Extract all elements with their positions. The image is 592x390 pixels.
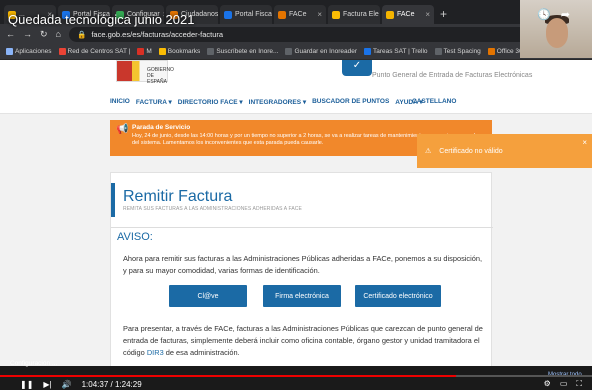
government-logo[interactable]: GOBIERNO DE ESPAÑA <box>116 60 174 85</box>
firma-electronica-button[interactable]: Firma electrónica <box>263 285 341 307</box>
url-text: face.gob.es/es/facturas/acceder-factura <box>91 29 224 39</box>
bookmark-label: M <box>146 48 152 55</box>
bookmark-icon <box>207 48 215 55</box>
address-bar-row: ← → ↻ ⌂ 🔒 face.gob.es/es/facturas/accede… <box>0 24 592 44</box>
close-icon[interactable]: × <box>582 138 587 147</box>
alert-title: Parada de Servicio <box>132 124 191 131</box>
next-icon[interactable]: ▶| <box>43 380 51 389</box>
browser-tab[interactable]: FACe × <box>382 5 434 24</box>
nav-item[interactable]: INICIO <box>110 98 130 105</box>
face-logo[interactable]: ✓ <box>342 60 372 76</box>
bookmark-icon <box>363 48 371 55</box>
bookmark-icon <box>6 48 13 55</box>
bookmark-icon <box>285 48 293 55</box>
bookmark-item[interactable]: Red de Centros SAT | <box>58 48 131 55</box>
close-tab-icon[interactable]: × <box>317 10 322 19</box>
settings-icon[interactable]: ⚙ <box>544 379 551 389</box>
back-icon[interactable]: ← <box>6 29 15 39</box>
bookmark-label: Bookmarks <box>167 48 201 55</box>
nav-item[interactable]: INTEGRADORES ▾ <box>249 98 306 106</box>
screen: { "video": { "title": "Quedada tecnológi… <box>0 0 592 390</box>
tab-label: FACe <box>289 11 307 18</box>
site-subtitle: Punto General de Entrada de Facturas Ele… <box>372 72 533 79</box>
dir3-paragraph: Para presentar, a través de FACe, factur… <box>123 323 487 359</box>
clave-button[interactable]: Cl@ve <box>169 285 247 307</box>
bookmark-label: Guardar en Inoreader <box>294 48 357 55</box>
new-tab-icon[interactable]: + <box>440 7 447 21</box>
page-title: Remitir Factura <box>123 188 233 205</box>
aviso-heading: AVISO: <box>117 231 153 243</box>
site-header: GOBIERNO DE ESPAÑA ✓ Punto General de En… <box>0 60 592 90</box>
tab-label: Portal Fiscal <box>235 11 272 18</box>
intro-paragraph: Ahora para remitir sus facturas a las Ad… <box>123 254 483 275</box>
tab-label: Factura Ele <box>343 11 379 18</box>
video-controls: ❚❚ ▶| 🔊 1:04:37 / 1:24:29 ⚙ ▭ ⛶ <box>0 378 592 390</box>
tab-favicon-icon <box>386 10 394 19</box>
browser-tab[interactable]: Factura Ele× <box>328 5 380 24</box>
close-tab-icon[interactable]: × <box>425 10 430 19</box>
web-page: GOBIERNO DE ESPAÑA ✓ Punto General de En… <box>0 60 592 366</box>
divider <box>111 227 493 228</box>
bookmark-icon <box>58 48 66 55</box>
bookmark-label: Test Spacing <box>443 48 481 55</box>
home-icon[interactable]: ⌂ <box>56 29 61 39</box>
dir3-link[interactable]: DIR3 <box>147 348 164 357</box>
miniplayer-icon[interactable]: ▭ <box>560 379 568 389</box>
forward-icon[interactable]: → <box>23 29 32 39</box>
pause-icon[interactable]: ❚❚ <box>20 380 33 389</box>
lock-icon: 🔒 <box>76 29 87 39</box>
bookmark-label: Suscríbete en Inore... <box>216 48 279 55</box>
tab-favicon-icon <box>278 10 286 19</box>
nav-item[interactable]: FACTURA ▾ <box>136 98 172 106</box>
bookmark-item[interactable]: Guardar en Inoreader <box>285 48 357 55</box>
bookmark-icon <box>487 48 495 55</box>
language-selector[interactable]: CASTELLANO <box>412 98 456 105</box>
bookmark-item[interactable]: Suscríbete en Inore... <box>207 48 278 55</box>
nav-item[interactable]: BUSCADOR DE PUNTOS <box>312 98 389 105</box>
tab-favicon-icon <box>332 10 340 19</box>
dir3-text-b: de esa administración. <box>163 348 240 357</box>
page-title-box: Remitir Factura REMITA SUS FACTURAS A LA… <box>111 183 323 217</box>
clock-icon[interactable]: 🕓 <box>537 8 551 21</box>
url-field[interactable]: 🔒 face.gob.es/es/facturas/acceder-factur… <box>68 26 532 42</box>
bookmark-item[interactable]: M <box>137 48 152 55</box>
browser-tab[interactable]: FACe × <box>274 5 326 24</box>
bookmark-icon <box>434 48 442 55</box>
content-panel: Remitir Factura REMITA SUS FACTURAS A LA… <box>110 172 493 366</box>
bookmark-item[interactable]: Bookmarks <box>158 48 201 55</box>
tab-favicon-icon <box>224 10 232 19</box>
bookmark-label: Tareas SAT | Trello <box>372 48 428 55</box>
time-display: 1:04:37 / 1:24:29 <box>81 379 142 389</box>
main-nav: INICIO FACTURA ▾ DIRECTORIO FACE ▾ INTEGRAD… <box>0 90 592 114</box>
bookmarks-bar: Aplicaciones Red de Centros SAT | M Bookmar… <box>0 44 592 60</box>
reload-icon[interactable]: ↻ <box>40 29 48 40</box>
certificado-electronico-button[interactable]: Certificado electrónico <box>355 285 441 307</box>
volume-icon[interactable]: 🔊 <box>62 380 72 389</box>
nav-item[interactable]: DIRECTORIO FACE ▾ <box>178 98 243 106</box>
share-icon[interactable]: ➦ <box>561 8 570 21</box>
toast-message: Certificado no válido <box>439 147 503 155</box>
bookmark-label: Aplicaciones <box>15 48 52 55</box>
certificate-toast: ⚠ Certificado no válido × <box>417 134 592 168</box>
video-top-icons: 🕓 ➦ <box>537 8 570 21</box>
video-title: Quedada tecnológica junio 2021 <box>8 12 195 27</box>
progress-fill <box>0 375 456 377</box>
bookmark-icon <box>137 48 145 55</box>
page-subtitle: REMITA SUS FACTURAS A LAS ADMINISTRACION… <box>123 206 302 212</box>
megaphone-icon: 📢 <box>116 124 129 135</box>
tab-label: FACe <box>397 11 415 18</box>
bookmark-item[interactable]: Aplicaciones <box>6 48 52 55</box>
bookmark-label: Red de Centros SAT | <box>67 48 131 55</box>
person-face <box>546 18 568 48</box>
bookmark-item[interactable]: Tareas SAT | Trello <box>363 48 428 55</box>
browser-tab[interactable]: Portal Fiscal× <box>220 5 272 24</box>
warning-icon: ⚠ <box>425 148 432 155</box>
bookmark-icon <box>158 48 166 55</box>
video-progress-bar[interactable] <box>0 375 592 377</box>
bookmark-item[interactable]: Test Spacing <box>434 48 481 55</box>
fullscreen-icon[interactable]: ⛶ <box>576 379 582 389</box>
download-item[interactable]: Configuración ... <box>10 360 57 367</box>
